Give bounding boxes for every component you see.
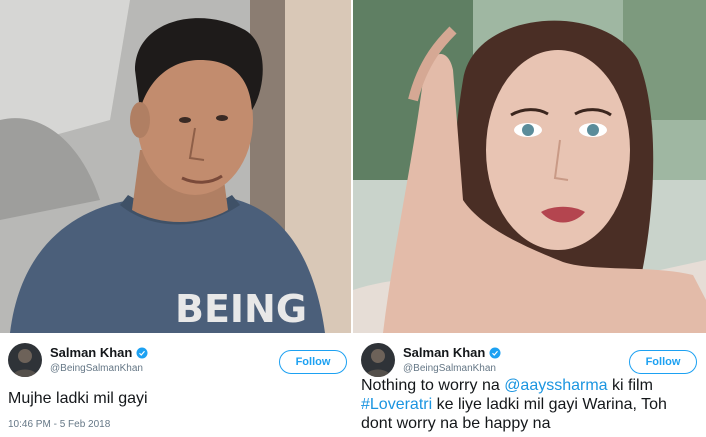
account-handle[interactable]: @BeingSalmanKhan [403,363,496,374]
follow-button[interactable]: Follow [279,350,347,374]
warina-photo [353,0,706,333]
salman-khan-illustration: BEING [0,0,351,333]
account-handle[interactable]: @BeingSalmanKhan [50,363,143,374]
tweet-text: Mujhe ladki mil gayi [8,390,148,407]
tweet-text-part: ki film [607,377,653,394]
shirt-print-text: BEING [175,287,307,331]
tweet-text: Nothing to worry na @aayssharma ki film … [361,376,696,433]
verified-badge-icon [489,347,501,358]
tweet-card: Salman Khan @BeingSalmanKhan Follow Mujh… [0,333,351,437]
hashtag-link[interactable]: #Loveratri [361,396,432,413]
warina-illustration [353,0,706,333]
verified-badge-icon [136,347,148,358]
avatar[interactable] [8,343,42,377]
tweet-timestamp[interactable]: 10:46 PM - 5 Feb 2018 [8,419,110,430]
avatar[interactable] [361,343,395,377]
tweet-text-part: Nothing to worry na [361,377,505,394]
follow-button[interactable]: Follow [629,350,697,374]
mention-link[interactable]: @aayssharma [504,377,607,394]
account-name[interactable]: Salman Khan [50,345,132,360]
salman-khan-photo: BEING [0,0,351,333]
tweet-card: Salman Khan @BeingSalmanKhan Follow Noth… [353,333,706,437]
account-name[interactable]: Salman Khan [403,345,485,360]
